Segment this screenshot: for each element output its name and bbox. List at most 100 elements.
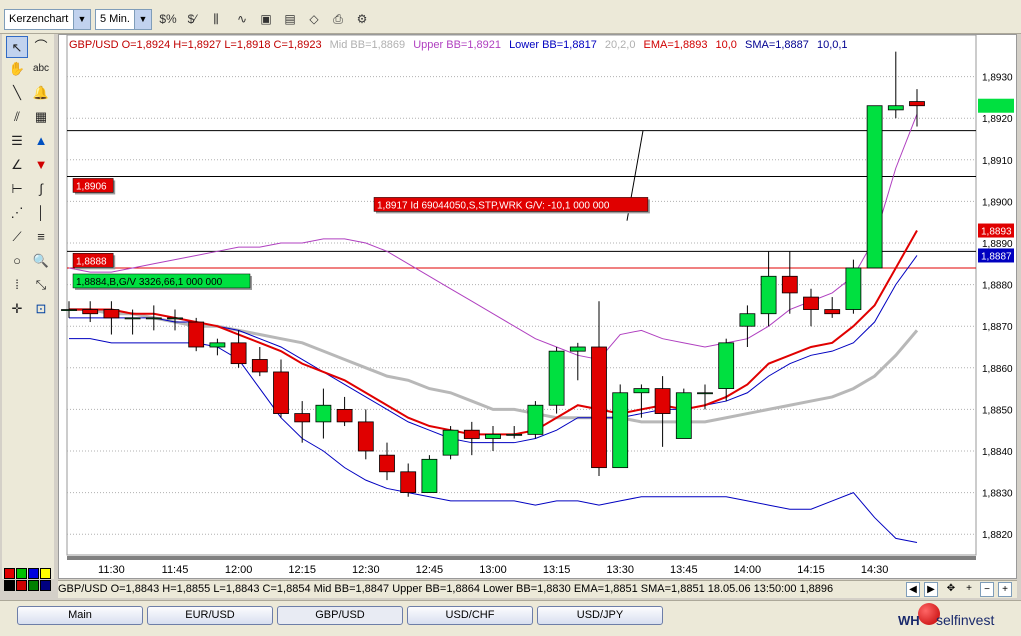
horizontal-line-icon[interactable]: ⊢ bbox=[6, 178, 28, 200]
color-swatch[interactable] bbox=[16, 580, 27, 591]
bell-icon[interactable]: 🔔 bbox=[30, 82, 52, 104]
candle-body bbox=[251, 359, 268, 373]
print-icon[interactable]: ⎙ bbox=[328, 9, 348, 30]
dollar-scale-icon[interactable]: $% bbox=[158, 9, 178, 30]
logo-wh: WH bbox=[898, 613, 920, 628]
fan-icon[interactable]: ⋰ bbox=[6, 202, 28, 224]
arrow-down-icon[interactable]: ▼ bbox=[30, 154, 52, 176]
color-swatch[interactable] bbox=[28, 568, 39, 579]
levels-icon[interactable]: ≡ bbox=[30, 226, 52, 248]
interval-select[interactable]: 5 Min. ▼ bbox=[95, 9, 152, 30]
x-tick-label: 14:30 bbox=[861, 564, 889, 576]
y-tick-label: 1,8920 bbox=[982, 114, 1013, 125]
chart-panel[interactable]: 1,8820 1,8830 1,8840 1,8850 1,8860 1,8870 1,88… bbox=[58, 34, 1017, 579]
vertical-line-icon[interactable]: │ bbox=[30, 202, 52, 224]
candle-body bbox=[887, 105, 904, 111]
y-tick-label: 1,8820 bbox=[982, 530, 1013, 541]
candle-body bbox=[357, 421, 374, 452]
candle-body bbox=[188, 321, 205, 348]
open-icon[interactable]: ◇ bbox=[304, 9, 324, 30]
color-swatch[interactable] bbox=[16, 568, 27, 579]
move-icon[interactable]: ✥ bbox=[944, 582, 958, 597]
candle-body bbox=[569, 346, 586, 352]
tab-main[interactable]: Main bbox=[17, 606, 143, 625]
grid-icon[interactable]: ⁞ bbox=[6, 274, 28, 296]
channel-icon[interactable]: ⫽ bbox=[6, 106, 28, 128]
scroll-right-button[interactable]: ▶ bbox=[924, 582, 938, 597]
x-tick-label: 14:15 bbox=[797, 564, 825, 576]
arrow-up-icon[interactable]: ▲ bbox=[30, 130, 52, 152]
curve-icon[interactable]: ∫ bbox=[30, 178, 52, 200]
candle-body bbox=[612, 392, 629, 469]
legend-ema-params: 10,0 bbox=[715, 39, 737, 51]
arc-icon[interactable]: ⌒ bbox=[30, 36, 52, 58]
candle-body bbox=[866, 105, 883, 269]
tab-gbpusd[interactable]: GBP/USD bbox=[277, 606, 403, 625]
tab-usdjpy[interactable]: USD/JPY bbox=[537, 606, 663, 625]
y-tick-label: 1,8910 bbox=[982, 156, 1013, 167]
dollar-trend-icon[interactable]: $⁄ bbox=[182, 9, 202, 30]
color-palette bbox=[4, 568, 56, 598]
zoom-out-button[interactable]: − bbox=[980, 582, 994, 597]
color-swatch[interactable] bbox=[28, 580, 39, 591]
indicator-icon[interactable]: ∿ bbox=[232, 9, 252, 30]
candle-body bbox=[336, 408, 353, 423]
chevron-down-icon: ▼ bbox=[73, 10, 90, 29]
crosshair-icon[interactable]: ✛ bbox=[6, 298, 28, 320]
scroll-left-button[interactable]: ◀ bbox=[906, 582, 920, 597]
order-label-text: 1,8906 bbox=[76, 181, 107, 192]
zoom-in-icon[interactable]: + bbox=[962, 582, 976, 597]
x-tick-label: 11:30 bbox=[98, 564, 125, 576]
candle-body bbox=[803, 296, 819, 310]
line-icon[interactable]: ╲ bbox=[6, 82, 28, 104]
color-swatch[interactable] bbox=[4, 580, 15, 591]
legend-ohlc: GBP/USD O=1,8924 H=1,8927 L=1,8918 C=1,8… bbox=[69, 39, 322, 51]
price-tag-label: 1,8893 bbox=[981, 227, 1012, 238]
regression-icon[interactable]: ⟋ bbox=[6, 226, 28, 248]
zoom-icon[interactable]: 🔍 bbox=[30, 250, 52, 272]
chart-window-icon[interactable]: ▣ bbox=[256, 9, 276, 30]
zoom-area-icon[interactable]: ⊡ bbox=[30, 298, 52, 320]
pointer-icon[interactable]: ↖ bbox=[6, 36, 28, 58]
color-swatch[interactable] bbox=[40, 568, 51, 579]
settings-icon[interactable]: ⚙ bbox=[352, 9, 372, 30]
circle-icon[interactable]: ○ bbox=[6, 250, 28, 272]
candle-body bbox=[591, 346, 607, 469]
candle-body bbox=[61, 309, 77, 311]
order-label-text: 1,8888 bbox=[76, 256, 107, 267]
candle-body bbox=[675, 392, 692, 439]
tab-eurusd[interactable]: EUR/USD bbox=[147, 606, 273, 625]
calculator-icon[interactable]: ▦ bbox=[30, 106, 52, 128]
candle-body bbox=[527, 404, 544, 435]
fibonacci-icon[interactable]: ☰ bbox=[6, 130, 28, 152]
candlestick-chart[interactable]: 1,8820 1,8830 1,8840 1,8850 1,8860 1,8870 1,88… bbox=[59, 35, 1018, 580]
legend-bb-params: 20,2,0 bbox=[604, 39, 636, 51]
color-swatch[interactable] bbox=[4, 568, 15, 579]
logo: WH selfinvest bbox=[898, 601, 1018, 635]
zoom-plus-button[interactable]: + bbox=[998, 582, 1012, 597]
price-tag-label: 1,8923 bbox=[981, 102, 1012, 113]
candle-body bbox=[845, 267, 862, 310]
candle-body bbox=[103, 309, 120, 319]
chevron-down-icon: ▼ bbox=[134, 10, 151, 29]
legend-mid-bb: Mid BB=1,8869 bbox=[329, 39, 406, 51]
x-tick-label: 12:15 bbox=[288, 564, 316, 576]
candle-body bbox=[548, 350, 565, 406]
angle-icon[interactable]: ∠ bbox=[6, 154, 28, 176]
y-tick-label: 1,8870 bbox=[982, 322, 1013, 333]
candle-body bbox=[781, 275, 798, 294]
resize-icon[interactable]: ⤡ bbox=[30, 274, 52, 296]
memo-icon[interactable]: ▤ bbox=[280, 9, 300, 30]
candle-body bbox=[209, 342, 226, 348]
hand-icon[interactable]: ✋ bbox=[6, 58, 28, 80]
chart-type-select[interactable]: Kerzenchart ▼ bbox=[4, 9, 91, 30]
candle-body bbox=[760, 275, 777, 315]
color-swatch[interactable] bbox=[40, 580, 51, 591]
drawing-tools-panel: ↖ ⌒ ✋ abc ╲ 🔔 ⫽ ▦ ☰ ▲ ∠ ▼ ⊢ ∫ ⋰ │ ⟋ ≡ ○ … bbox=[2, 34, 54, 579]
status-bar: GBP/USD O=1,8843 H=1,8855 L=1,8843 C=1,8… bbox=[58, 580, 1017, 598]
bars-icon[interactable]: ⫼ bbox=[206, 9, 226, 30]
tab-usdchf[interactable]: USD/CHF bbox=[407, 606, 533, 625]
interval-value: 5 Min. bbox=[100, 13, 130, 25]
text-tool-icon[interactable]: abc bbox=[30, 58, 52, 80]
x-tick-label: 12:00 bbox=[225, 564, 253, 576]
